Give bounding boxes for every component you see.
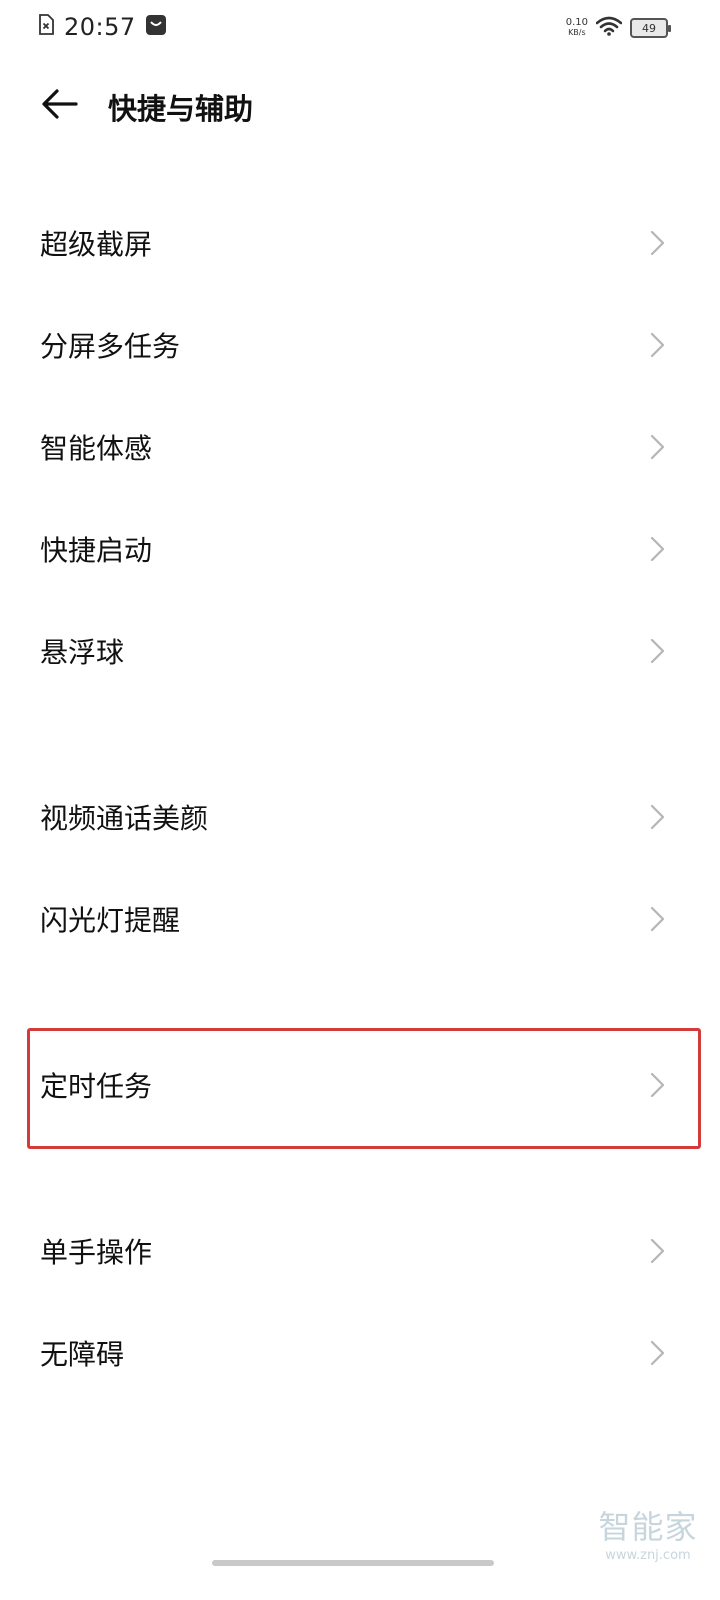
chevron-right-icon: [646, 1237, 668, 1265]
wifi-icon: [595, 16, 623, 40]
list-item-quick-launch[interactable]: 快捷启动: [0, 498, 720, 600]
message-notification-icon: [145, 15, 166, 39]
chevron-right-icon: [646, 803, 668, 831]
watermark-url: www.znj.com: [605, 1548, 691, 1563]
list-item-label: 单手操作: [40, 1236, 153, 1269]
watermark-brand: 智能家: [598, 1508, 698, 1546]
home-indicator[interactable]: [212, 1560, 494, 1566]
list-item-super-screenshot[interactable]: 超级截屏: [0, 192, 720, 294]
sim-error-icon: [38, 14, 54, 40]
chevron-right-icon: [646, 331, 668, 359]
list-item-label: 视频通话美颜: [40, 802, 209, 835]
list-item-label: 悬浮球: [40, 636, 125, 669]
list-item-smart-motion[interactable]: 智能体感: [0, 396, 720, 498]
list-item-label: 分屏多任务: [40, 330, 181, 363]
chevron-right-icon: [646, 433, 668, 461]
list-item-one-hand-mode[interactable]: 单手操作: [0, 1200, 720, 1302]
status-bar: 20:57 0.10 KB/s 49: [0, 0, 720, 56]
highlight-box: [27, 1028, 701, 1149]
battery-icon: 49: [630, 18, 671, 38]
status-bar-right: 0.10 KB/s 49: [566, 14, 671, 42]
header: 快捷与辅助: [0, 70, 720, 140]
chevron-right-icon: [646, 637, 668, 665]
status-time: 20:57: [64, 13, 136, 41]
chevron-right-icon: [646, 229, 668, 257]
chevron-right-icon: [646, 905, 668, 933]
list-item-video-call-beauty[interactable]: 视频通话美颜: [0, 766, 720, 868]
list-item-split-screen[interactable]: 分屏多任务: [0, 294, 720, 396]
list-item-label: 智能体感: [40, 432, 153, 465]
list-item-floating-ball[interactable]: 悬浮球: [0, 600, 720, 702]
status-bar-left: 20:57: [38, 12, 166, 42]
list-item-label: 超级截屏: [40, 228, 153, 261]
network-speed-value: 0.10: [565, 17, 588, 28]
list-item-label: 快捷启动: [40, 534, 153, 567]
page-title: 快捷与辅助: [108, 92, 254, 126]
network-speed-unit: KB/s: [568, 28, 586, 37]
back-button[interactable]: [38, 84, 82, 128]
list-item-accessibility[interactable]: 无障碍: [0, 1302, 720, 1404]
list-item-label: 无障碍: [40, 1338, 125, 1371]
list-item-flash-reminder[interactable]: 闪光灯提醒: [0, 868, 720, 970]
back-arrow-icon: [40, 88, 80, 124]
watermark: 智能家 www.znj.com: [598, 1502, 698, 1563]
battery-level: 49: [642, 21, 656, 35]
network-speed: 0.10 KB/s: [566, 18, 588, 38]
chevron-right-icon: [646, 1339, 668, 1367]
list-item-label: 闪光灯提醒: [40, 904, 181, 937]
chevron-right-icon: [646, 535, 668, 563]
